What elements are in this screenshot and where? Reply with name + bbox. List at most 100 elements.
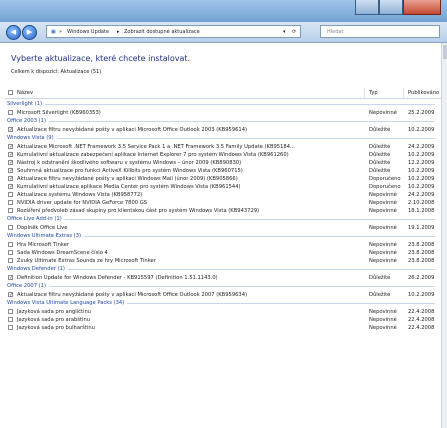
maximize-button[interactable] bbox=[379, 0, 403, 15]
update-name: Kumulativní aktualizace aplikace Media C… bbox=[17, 184, 241, 190]
group-header[interactable]: Windows Vista (9) bbox=[5, 134, 441, 142]
update-row[interactable]: Jazyková sada pro arabštinu Nepovinné 22.4… bbox=[5, 316, 441, 324]
update-row[interactable]: Jazyková sada pro bulharštinu Nepovinné 22… bbox=[5, 324, 441, 332]
update-row[interactable]: NVIDIA driver update for NVIDIA GeForce … bbox=[5, 199, 441, 207]
group-divider bbox=[57, 138, 435, 139]
update-checkbox[interactable] bbox=[8, 192, 13, 197]
group-title: Office 2003 (1) bbox=[7, 118, 46, 124]
update-name: Aktualizace filtru nevyžádané pošty v ap… bbox=[17, 176, 238, 182]
update-row[interactable]: Zvuky Ultimate Extras Sounds ze hry Micr… bbox=[5, 257, 441, 265]
minimize-button[interactable] bbox=[355, 0, 379, 15]
update-checkbox[interactable] bbox=[8, 225, 13, 230]
group-header[interactable]: Office Live Add-in (1) bbox=[5, 215, 441, 223]
update-checkbox[interactable] bbox=[8, 317, 13, 322]
main-content: Vyberte aktualizace, které chcete instal… bbox=[0, 43, 441, 428]
update-row[interactable]: Doplněk Office Live Nepovinné 19.1.2009 bbox=[5, 224, 441, 232]
update-name: Jazyková sada pro arabštinu bbox=[17, 317, 91, 323]
update-row[interactable]: ✓ Aktualizace filtru nevyžádané pošty v a… bbox=[5, 291, 441, 299]
update-row[interactable]: Sada Windows DreamScene číslo 4 Nepovinné… bbox=[5, 249, 441, 257]
update-name: Rozšíření předvoleb zásad skupiny pro kl… bbox=[17, 208, 260, 214]
update-type: Důležité bbox=[369, 152, 391, 158]
update-checkbox-checked[interactable]: ✓ bbox=[8, 292, 13, 298]
update-row[interactable]: ✓ Definition Update for Windows Defender … bbox=[5, 274, 441, 282]
group-header[interactable]: Office 2007 (1) bbox=[5, 282, 441, 290]
select-all-checkbox[interactable] bbox=[8, 90, 13, 95]
update-checkbox-checked[interactable]: ✓ bbox=[8, 184, 13, 190]
update-date: 22.4.2008 bbox=[408, 317, 435, 323]
update-checkbox[interactable] bbox=[8, 250, 13, 255]
update-date: 10.2.2009 bbox=[408, 168, 435, 174]
search-input[interactable]: Hledat bbox=[320, 25, 440, 38]
update-date: 26.2.2009 bbox=[408, 275, 435, 281]
address-bar[interactable]: ▣ » Windows Update ▸ Zobrazit dostupné a… bbox=[46, 25, 301, 38]
group-header[interactable]: Windows Defender (1) bbox=[5, 265, 441, 273]
update-date: 23.8.2008 bbox=[408, 258, 435, 264]
update-checkbox[interactable] bbox=[8, 110, 13, 115]
scrollbar-thumb[interactable] bbox=[443, 45, 447, 59]
forward-arrow-icon[interactable]: ▶ bbox=[22, 25, 37, 40]
update-date: 12.2.2009 bbox=[408, 160, 435, 166]
update-date: 10.2.2009 bbox=[408, 292, 435, 298]
update-row[interactable]: ✓ Nástroj k odstranění škodlivého softwar… bbox=[5, 159, 441, 167]
update-checkbox[interactable] bbox=[8, 200, 13, 205]
update-row[interactable]: ✓ Aktualizace filtru nevyžádané pošty v a… bbox=[5, 126, 441, 134]
group-header[interactable]: Windows Ultimate Extras (3) bbox=[5, 232, 441, 240]
update-name: Jazyková sada pro angličtinu bbox=[17, 309, 92, 315]
update-row[interactable]: ✓ Kumulativní aktualizace zabezpečení apl… bbox=[5, 151, 441, 159]
group-title: Windows Vista (9) bbox=[7, 135, 54, 141]
update-type: Nepovinné bbox=[369, 309, 397, 315]
update-row[interactable]: Aktualizace systému Windows Vista (KB958… bbox=[5, 191, 441, 199]
update-checkbox[interactable] bbox=[8, 325, 13, 330]
update-checkbox[interactable] bbox=[8, 242, 13, 247]
update-checkbox-checked[interactable]: ✓ bbox=[8, 127, 13, 133]
update-date: 23.8.2008 bbox=[408, 250, 435, 256]
group-divider bbox=[49, 286, 435, 287]
breadcrumb-available-updates[interactable]: Zobrazit dostupné aktualizace bbox=[124, 29, 200, 35]
update-checkbox[interactable] bbox=[8, 208, 13, 213]
back-arrow-icon[interactable]: ◀ bbox=[6, 25, 21, 40]
update-type: Nepovinné bbox=[369, 110, 397, 116]
update-row[interactable]: ✓ Souhrnná aktualizace pro funkci ActiveX… bbox=[5, 167, 441, 175]
update-checkbox-checked[interactable]: ✓ bbox=[8, 168, 13, 174]
refresh-icon[interactable]: ⟳ bbox=[292, 29, 296, 35]
column-name[interactable]: Název bbox=[17, 90, 33, 96]
update-checkbox-checked[interactable]: ✓ bbox=[8, 160, 13, 166]
update-date: 18.1.2008 bbox=[408, 208, 435, 214]
column-published[interactable]: Publikováno bbox=[408, 90, 439, 96]
update-type: Nepovinné bbox=[369, 258, 397, 264]
update-type: Nepovinné bbox=[369, 325, 397, 331]
update-row[interactable]: Jazyková sada pro angličtinu Nepovinné 22.… bbox=[5, 308, 441, 316]
update-checkbox-checked[interactable]: ✓ bbox=[8, 152, 13, 158]
update-row[interactable]: ✓ Kumulativní aktualizace aplikace Media … bbox=[5, 183, 441, 191]
update-name: NVIDIA driver update for NVIDIA GeForce … bbox=[17, 200, 148, 206]
window-controls bbox=[355, 0, 441, 16]
vertical-scrollbar[interactable] bbox=[441, 43, 447, 428]
update-row[interactable]: Hra Microsoft Tinker Nepovinné 23.8.2008 bbox=[5, 241, 441, 249]
update-name: Aktualizace filtru nevyžádané pošty v ap… bbox=[17, 292, 248, 298]
update-row[interactable]: Rozšíření předvoleb zásad skupiny pro kl… bbox=[5, 207, 441, 215]
update-row[interactable]: ✓ Aktualizace Microsoft .NET Framework 3.… bbox=[5, 143, 441, 151]
update-date: 10.2.2009 bbox=[408, 184, 435, 190]
group-divider bbox=[65, 219, 435, 220]
update-name: Souhrnná aktualizace pro funkci ActiveX … bbox=[17, 168, 243, 174]
update-row[interactable]: Microsoft Silverlight (KB960353) Nepovinn… bbox=[5, 109, 441, 117]
group-header[interactable]: Windows Vista Ultimate Language Packs (3… bbox=[5, 299, 441, 307]
update-name: Sada Windows DreamScene číslo 4 bbox=[17, 250, 108, 256]
close-button[interactable] bbox=[403, 0, 441, 15]
update-type: Nepovinné bbox=[369, 208, 397, 214]
windows-update-window: ◀ ▶ ▣ » Windows Update ▸ Zobrazit dostup… bbox=[0, 0, 447, 428]
update-row[interactable]: ✓ Aktualizace filtru nevyžádané pošty v a… bbox=[5, 175, 441, 183]
update-checkbox[interactable] bbox=[8, 258, 13, 263]
update-checkbox-checked[interactable]: ✓ bbox=[8, 144, 13, 150]
column-type[interactable]: Typ bbox=[369, 90, 378, 96]
update-checkbox-checked[interactable]: ✓ bbox=[8, 176, 13, 182]
update-checkbox-checked[interactable]: ✓ bbox=[8, 275, 13, 281]
update-type: Doporučeno bbox=[369, 184, 401, 190]
update-checkbox[interactable] bbox=[8, 309, 13, 314]
dropdown-arrow-icon[interactable]: ▾ bbox=[283, 29, 286, 35]
group-title: Office Live Add-in (1) bbox=[7, 216, 62, 222]
breadcrumb-windows-update[interactable]: Windows Update bbox=[67, 29, 109, 35]
group-header[interactable]: Office 2003 (1) bbox=[5, 117, 441, 125]
update-date: 23.8.2008 bbox=[408, 242, 435, 248]
group-header[interactable]: Silverlight (1) bbox=[5, 100, 441, 108]
